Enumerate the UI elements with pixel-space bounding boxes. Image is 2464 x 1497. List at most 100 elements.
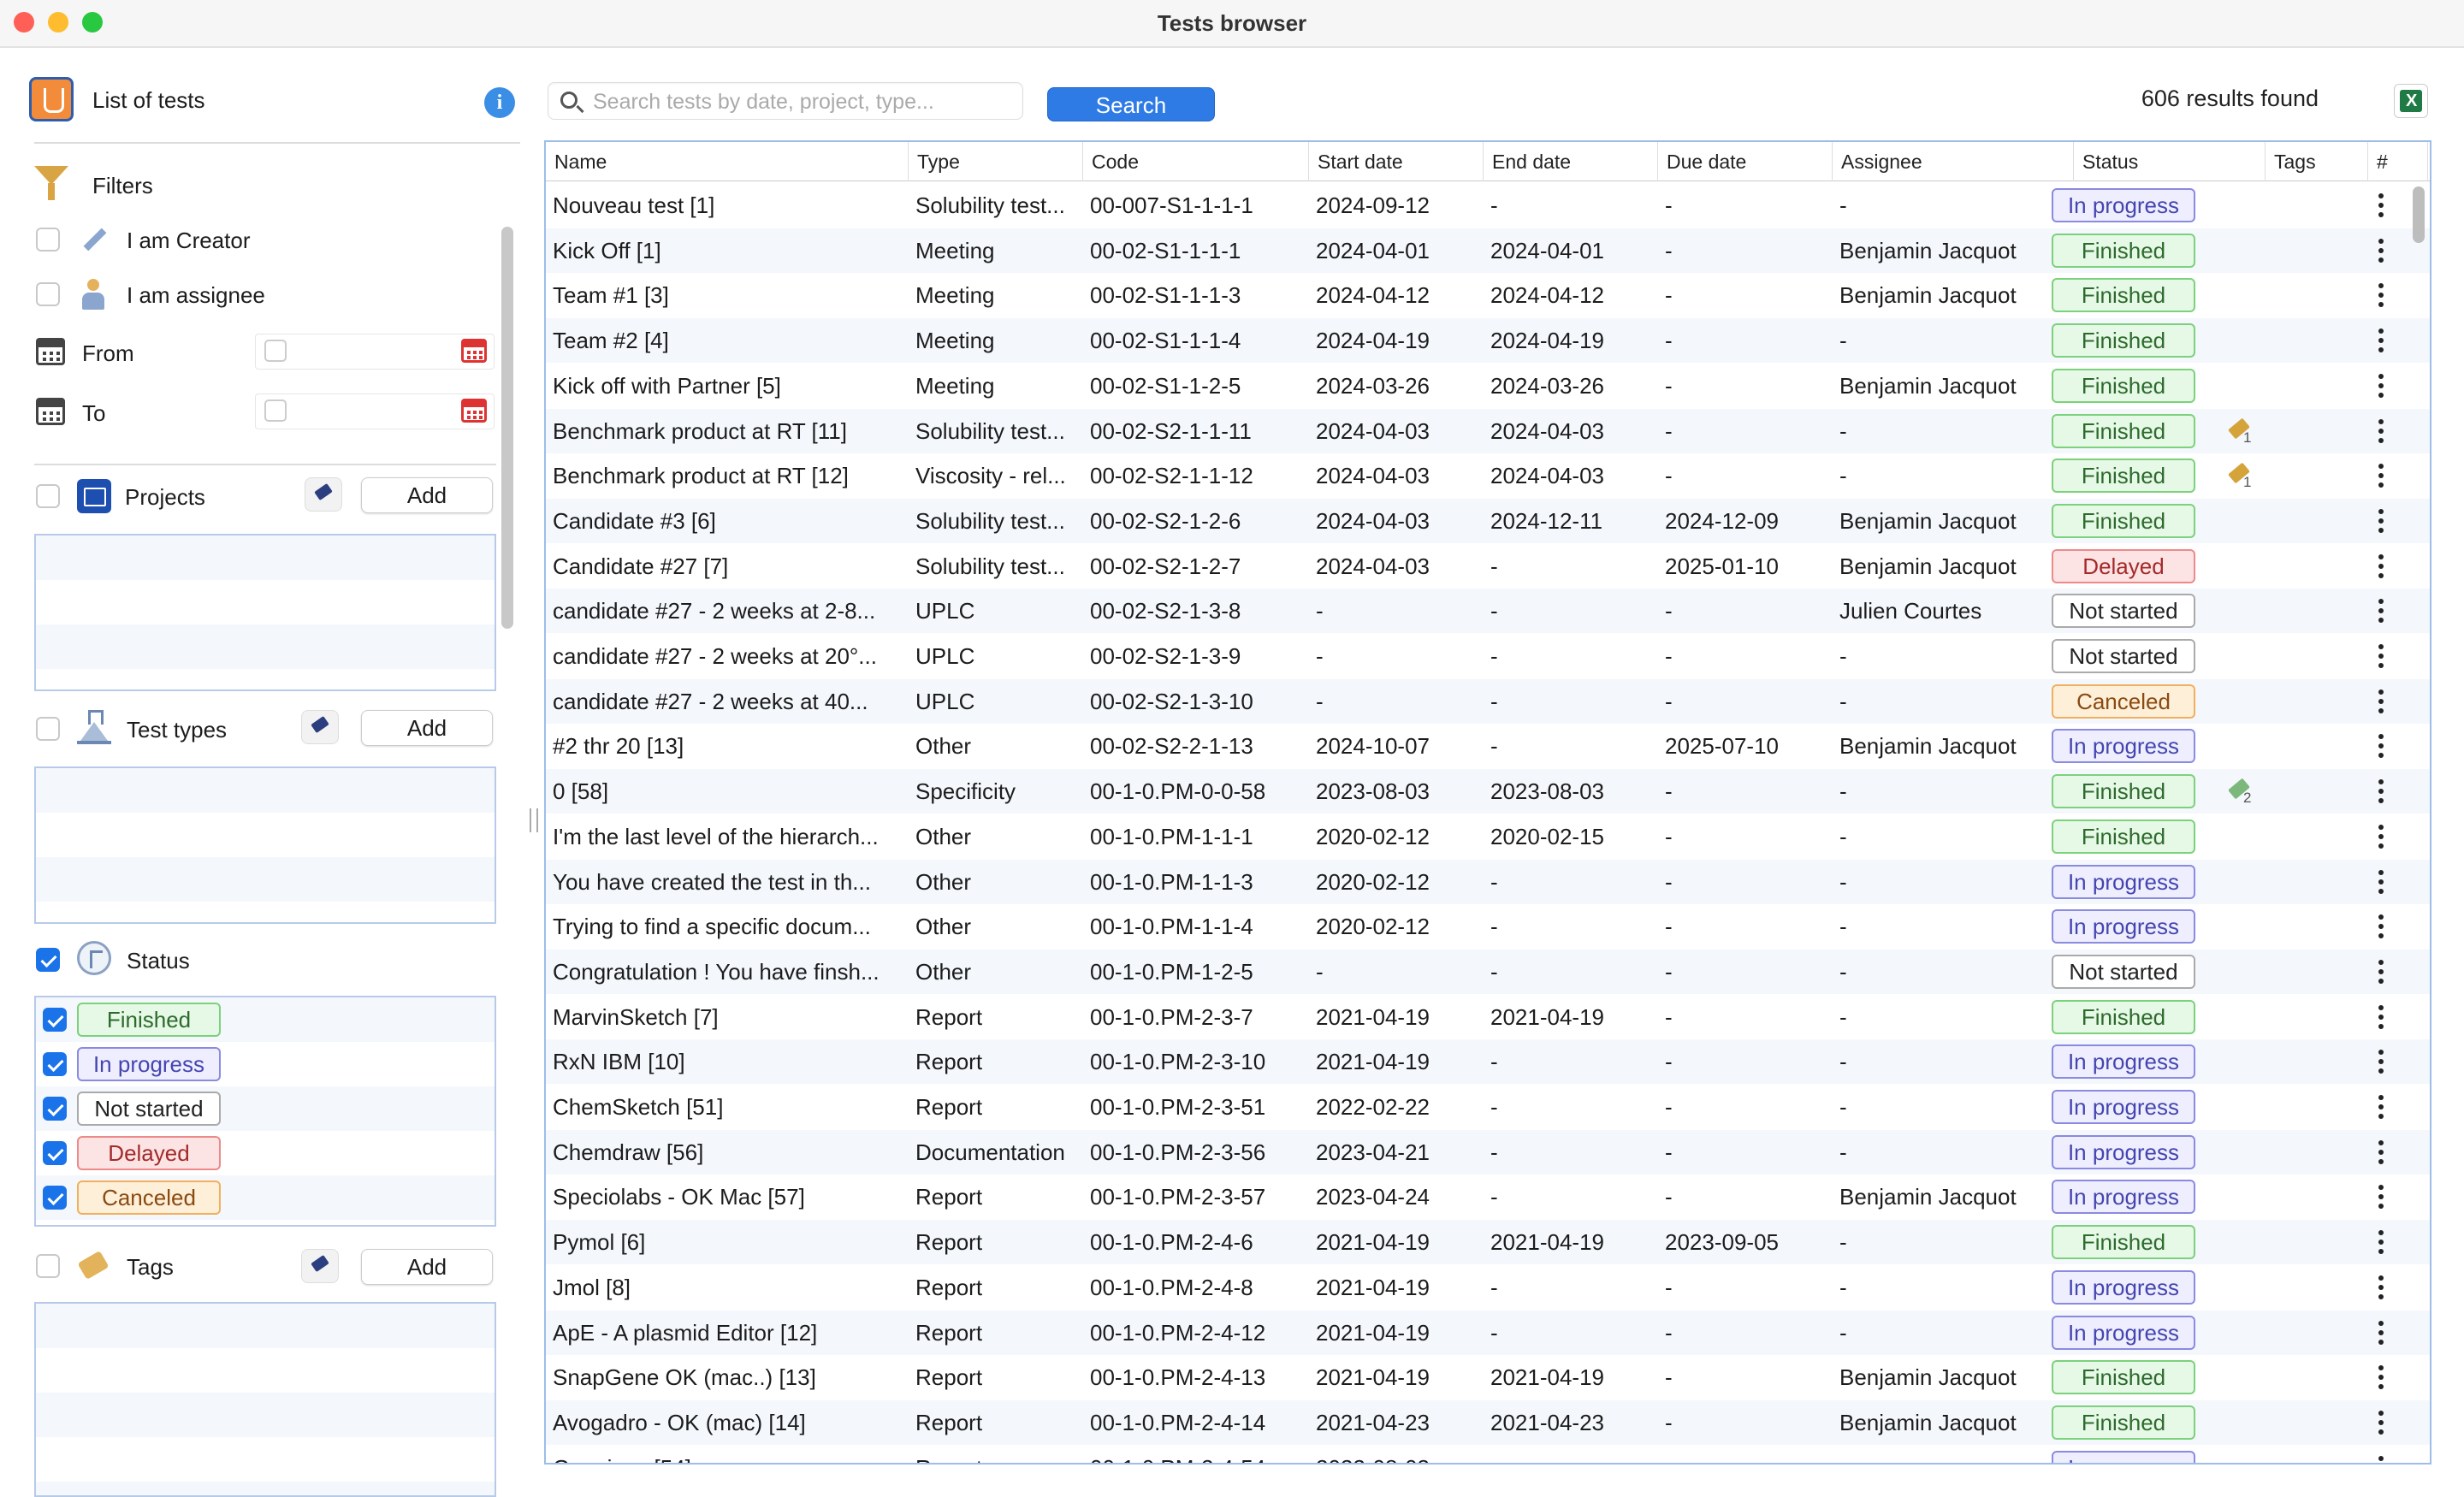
more-options-icon[interactable] bbox=[2378, 734, 2384, 758]
from-date-field[interactable] bbox=[255, 334, 495, 370]
more-options-icon[interactable] bbox=[2378, 689, 2384, 713]
column-header-end-date[interactable]: End date bbox=[1484, 142, 1658, 181]
more-options-icon[interactable] bbox=[2378, 644, 2384, 668]
table-row[interactable]: candidate #27 - 2 weeks at 20°... UPLC 00-… bbox=[546, 634, 2430, 678]
table-row[interactable]: Jmol [8] Report 00-1-0.PM-2-4-8 2021-04-19 -… bbox=[546, 1264, 2430, 1310]
more-options-icon[interactable] bbox=[2378, 1320, 2384, 1345]
column-header-assignee[interactable]: Assignee bbox=[1833, 142, 2074, 181]
more-options-icon[interactable] bbox=[2378, 914, 2384, 938]
more-options-icon[interactable] bbox=[2378, 553, 2384, 578]
more-options-icon[interactable] bbox=[2378, 599, 2384, 623]
clear-test-types-button[interactable] bbox=[301, 710, 339, 744]
add-test-type-button[interactable]: Add bbox=[361, 710, 493, 746]
column-header-start-date[interactable]: Start date bbox=[1309, 142, 1484, 181]
tag-icon[interactable]: 1 bbox=[2224, 460, 2255, 491]
more-options-icon[interactable] bbox=[2378, 1004, 2384, 1029]
more-options-icon[interactable] bbox=[2378, 1095, 2384, 1119]
pane-splitter-handle[interactable] bbox=[530, 808, 538, 832]
tags-checkbox[interactable] bbox=[36, 1254, 60, 1278]
table-row[interactable]: Kick off with Partner [5] Meeting 00-02-S1… bbox=[546, 363, 2430, 408]
table-row[interactable]: MarvinSketch [7] Report 00-1-0.PM-2-3-7 202… bbox=[546, 994, 2430, 1039]
i-am-creator-checkbox[interactable] bbox=[36, 228, 60, 251]
more-options-icon[interactable] bbox=[2378, 824, 2384, 849]
calendar-picker-icon[interactable] bbox=[461, 399, 487, 423]
status-finished-checkbox[interactable] bbox=[43, 1008, 67, 1032]
table-row[interactable]: Trying to find a specific docum... Other 0… bbox=[546, 904, 2430, 950]
tag-icon[interactable]: 2 bbox=[2224, 776, 2255, 807]
more-options-icon[interactable] bbox=[2378, 1185, 2384, 1209]
table-scrollbar[interactable] bbox=[2413, 186, 2425, 243]
more-options-icon[interactable] bbox=[2378, 779, 2384, 803]
table-row[interactable]: Congratulation ! You have finsh... Other 0… bbox=[546, 949, 2430, 994]
table-row[interactable]: ChemSketch [51] Report 00-1-0.PM-2-3-51 202… bbox=[546, 1085, 2430, 1129]
more-options-icon[interactable] bbox=[2378, 238, 2384, 263]
projects-checkbox[interactable] bbox=[36, 484, 60, 508]
table-row[interactable]: Team #1 [3] Meeting 00-02-S1-1-1-3 2024-04-… bbox=[546, 273, 2430, 318]
test-types-list[interactable] bbox=[34, 766, 496, 924]
table-row[interactable]: Candidate #27 [7] Solubility test... 00-02… bbox=[546, 543, 2430, 589]
table-row[interactable]: RxN IBM [10] Report 00-1-0.PM-2-3-10 2021-0… bbox=[546, 1039, 2430, 1085]
more-options-icon[interactable] bbox=[2378, 193, 2384, 217]
more-options-icon[interactable] bbox=[2378, 508, 2384, 533]
table-row[interactable]: #2 thr 20 [13] Other 00-02-S2-2-1-13 2024-1… bbox=[546, 724, 2430, 769]
excel-export-icon[interactable] bbox=[2394, 84, 2428, 118]
search-button[interactable]: Search bbox=[1047, 87, 1215, 121]
table-row[interactable]: Geneious [54]Report00-1-0.PM-2-4-542022-… bbox=[546, 1445, 2430, 1463]
table-row[interactable]: Chemdraw [56] Documentation 00-1-0.PM-2-3-… bbox=[546, 1129, 2430, 1175]
table-row[interactable]: SnapGene OK (mac..) [13] Report 00-1-0.PM-… bbox=[546, 1355, 2430, 1400]
search-box[interactable] bbox=[548, 82, 1023, 120]
more-options-icon[interactable] bbox=[2378, 1139, 2384, 1164]
status-not-started-checkbox[interactable] bbox=[43, 1097, 67, 1121]
table-row[interactable]: Candidate #3 [6] Solubility test... 00-02-… bbox=[546, 498, 2430, 543]
table-row[interactable]: 0 [58] Specificity 00-1-0.PM-0-0-58 2023-08… bbox=[546, 769, 2430, 814]
more-options-icon[interactable] bbox=[2378, 1230, 2384, 1254]
more-options-icon[interactable] bbox=[2378, 373, 2384, 398]
column-header-type[interactable]: Type bbox=[909, 142, 1083, 181]
table-row[interactable]: Avogadro - OK (mac) [14] Report 00-1-0.PM-… bbox=[546, 1399, 2430, 1445]
status-canceled-checkbox[interactable] bbox=[43, 1186, 67, 1210]
table-row[interactable]: Team #2 [4] Meeting 00-02-S1-1-1-4 2024-04-… bbox=[546, 318, 2430, 364]
table-row[interactable]: Benchmark product at RT [12] Viscosity - … bbox=[546, 453, 2430, 499]
info-icon[interactable]: i bbox=[484, 87, 515, 118]
projects-list[interactable] bbox=[34, 534, 496, 691]
more-options-icon[interactable] bbox=[2378, 1365, 2384, 1389]
more-options-icon[interactable] bbox=[2378, 328, 2384, 352]
add-project-button[interactable]: Add bbox=[361, 477, 493, 513]
column-header-code[interactable]: Code bbox=[1083, 142, 1309, 181]
i-am-assignee-checkbox[interactable] bbox=[36, 282, 60, 306]
table-row[interactable]: Pymol [6] Report 00-1-0.PM-2-4-6 2021-04-19… bbox=[546, 1220, 2430, 1265]
clear-tags-button[interactable] bbox=[301, 1249, 339, 1283]
column-header-actions[interactable]: # bbox=[2368, 142, 2428, 181]
table-row[interactable]: candidate #27 - 2 weeks at 40... UPLC 00-0… bbox=[546, 678, 2430, 724]
more-options-icon[interactable] bbox=[2378, 1455, 2384, 1463]
table-row[interactable]: candidate #27 - 2 weeks at 2-8... UPLC 00-… bbox=[546, 589, 2430, 634]
more-options-icon[interactable] bbox=[2378, 1050, 2384, 1074]
table-row[interactable]: Speciolabs - OK Mac [57] Report 00-1-0.PM-… bbox=[546, 1175, 2430, 1220]
sidebar-scrollbar[interactable] bbox=[501, 227, 513, 629]
table-row[interactable]: You have created the test in th... Other 0… bbox=[546, 859, 2430, 904]
add-tag-button[interactable]: Add bbox=[361, 1249, 493, 1285]
tags-list[interactable] bbox=[34, 1302, 496, 1497]
more-options-icon[interactable] bbox=[2378, 418, 2384, 443]
calendar-picker-icon[interactable] bbox=[461, 339, 487, 363]
column-header-due-date[interactable]: Due date bbox=[1658, 142, 1833, 181]
more-options-icon[interactable] bbox=[2378, 283, 2384, 307]
column-header-tags[interactable]: Tags bbox=[2266, 142, 2368, 181]
more-options-icon[interactable] bbox=[2378, 869, 2384, 894]
more-options-icon[interactable] bbox=[2378, 464, 2384, 488]
tag-icon[interactable]: 1 bbox=[2224, 416, 2255, 447]
table-row[interactable]: Kick Off [1] Meeting 00-02-S1-1-1-1 2024-04… bbox=[546, 228, 2430, 273]
status-in-progress-checkbox[interactable] bbox=[43, 1052, 67, 1076]
more-options-icon[interactable] bbox=[2378, 1275, 2384, 1299]
more-options-icon[interactable] bbox=[2378, 959, 2384, 984]
table-row[interactable]: Nouveau test [1] Solubility test... 00-007… bbox=[546, 183, 2430, 228]
test-types-checkbox[interactable] bbox=[36, 717, 60, 741]
table-row[interactable]: ApE - A plasmid Editor [12] Report 00-1-0.… bbox=[546, 1310, 2430, 1355]
table-row[interactable]: Benchmark product at RT [11] Solubility t… bbox=[546, 408, 2430, 453]
to-date-field[interactable] bbox=[255, 393, 495, 429]
column-header-status[interactable]: Status bbox=[2074, 142, 2266, 181]
search-input[interactable] bbox=[593, 88, 1012, 115]
more-options-icon[interactable] bbox=[2378, 1410, 2384, 1435]
table-row[interactable]: I'm the last level of the hierarch... Oth… bbox=[546, 814, 2430, 859]
status-delayed-checkbox[interactable] bbox=[43, 1141, 67, 1165]
